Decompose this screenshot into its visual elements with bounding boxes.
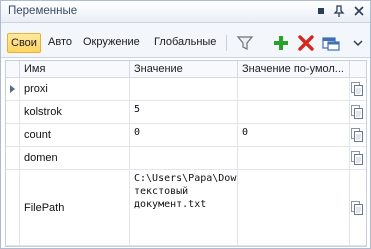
current-row-arrow-icon — [10, 85, 15, 93]
cell-variable-value[interactable]: 5 — [130, 101, 238, 123]
cell-variable-value[interactable]: C:\Users\Papa\Downloads\Новый текстовый … — [130, 170, 238, 245]
table-row[interactable]: proxi — [6, 78, 366, 101]
filter-icon[interactable] — [235, 33, 255, 53]
toolbar-separator — [226, 35, 227, 51]
row-indicator[interactable] — [6, 147, 20, 169]
row-indicator[interactable] — [6, 101, 20, 123]
variables-grid: Имя Значение Значение по-умол... proxi ko… — [5, 60, 367, 247]
table-row[interactable]: kolstrok 5 — [6, 101, 366, 124]
delete-icon[interactable] — [296, 33, 316, 53]
cell-variable-name[interactable]: FilePath — [20, 170, 130, 245]
grid-header: Имя Значение Значение по-умол... — [6, 61, 366, 78]
header-default-value[interactable]: Значение по-умол... — [238, 61, 350, 78]
variables-toolbar: Свои Авто Окружение Глобальные — [1, 23, 370, 58]
tab-own[interactable]: Свои — [7, 33, 41, 53]
copy-icon[interactable] — [347, 101, 366, 123]
cell-default-value[interactable] — [238, 78, 350, 100]
square-icon[interactable] — [314, 4, 328, 18]
cell-variable-name[interactable]: count — [20, 124, 130, 146]
panel-titlebar: Переменные — [1, 1, 370, 23]
add-icon[interactable] — [271, 33, 291, 53]
row-indicator[interactable] — [6, 170, 20, 245]
table-row[interactable]: domen — [6, 147, 366, 170]
row-indicator[interactable] — [6, 124, 20, 146]
cell-default-value[interactable] — [238, 147, 350, 169]
tab-global[interactable]: Глобальные — [151, 33, 219, 53]
cell-variable-name[interactable]: kolstrok — [20, 101, 130, 123]
copy-icon[interactable] — [347, 147, 366, 169]
cell-variable-value[interactable] — [130, 78, 238, 100]
pin-icon[interactable] — [332, 4, 346, 18]
close-icon[interactable] — [352, 4, 366, 18]
cell-variable-value[interactable] — [130, 147, 238, 169]
variables-panel: Переменные Свои Авто Окружение Глобальны… — [0, 0, 371, 249]
tab-auto[interactable]: Авто — [45, 33, 75, 53]
chevron-down-icon[interactable] — [351, 33, 365, 53]
cell-default-value[interactable] — [238, 101, 350, 123]
table-row[interactable]: count 0 0 — [6, 124, 366, 147]
cell-default-value[interactable]: 0 — [238, 124, 350, 146]
window-icon[interactable] — [321, 33, 341, 53]
cell-variable-value[interactable]: 0 — [130, 124, 238, 146]
header-name[interactable]: Имя — [20, 61, 130, 78]
cell-variable-name[interactable]: proxi — [20, 78, 130, 100]
panel-title: Переменные — [8, 5, 78, 17]
header-indicator-cell — [6, 61, 20, 78]
tab-environment[interactable]: Окружение — [80, 33, 143, 53]
row-indicator[interactable] — [6, 78, 20, 100]
header-value[interactable]: Значение — [130, 61, 238, 78]
copy-icon[interactable] — [347, 124, 366, 146]
table-row[interactable]: FilePathC:\Users\Papa\Downloads\Новый те… — [6, 170, 366, 246]
copy-icon[interactable] — [347, 78, 366, 100]
cell-variable-name[interactable]: domen — [20, 147, 130, 169]
cell-default-value[interactable] — [238, 170, 350, 245]
copy-icon[interactable] — [347, 170, 366, 245]
